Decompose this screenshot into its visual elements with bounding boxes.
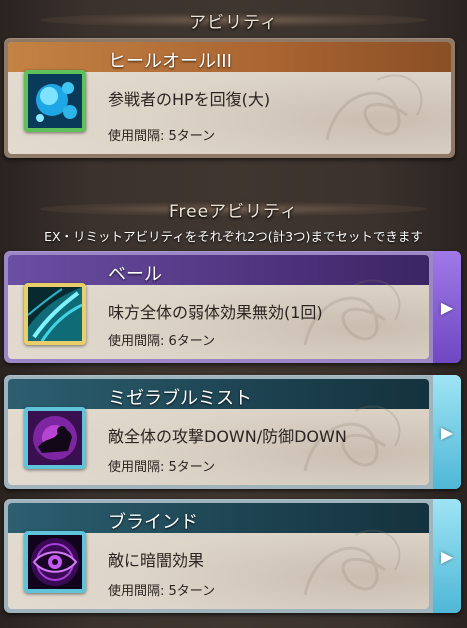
veil-icon [28,287,82,341]
ability-icon-frame [24,407,86,469]
ability-section-title: アビリティ [189,12,278,33]
ability-card-heal-all[interactable]: ヒールオールIII 参戦者のHPを回復(大) 使用間隔: 5ターン [4,38,455,158]
ability-section-header: アビリティ [0,4,467,36]
chevron-right-icon: ▶ [440,546,454,566]
free-ability-section-title: Freeアビリティ [168,201,299,222]
ability-name: ミゼラブルミスト [108,388,252,409]
ability-detail-arrow-button[interactable]: ▶ [433,251,461,363]
decorative-swirl [303,529,401,596]
heal-orb-icon [28,74,82,128]
blind-eye-icon [28,535,82,589]
ability-icon-frame [24,283,86,345]
ability-cooldown: 使用間隔: 5ターン [108,584,216,599]
ability-icon-frame [24,70,86,132]
ability-name: ベール [108,264,162,285]
free-ability-card-miserable-mist[interactable]: ミゼラブルミスト 敵全体の攻撃DOWN/防御DOWN 使用間隔: 5ターン ▶ [4,375,461,489]
decorative-swirl [325,74,423,141]
ability-cooldown: 使用間隔: 5ターン [108,460,216,475]
ability-cooldown: 使用間隔: 5ターン [108,129,216,144]
free-ability-card-veil[interactable]: ベール 味方全体の弱体効果無効(1回) 使用間隔: 6ターン ▶ [4,251,461,363]
ability-description: 敵に暗闇効果 [108,551,205,570]
chevron-right-icon: ▶ [440,297,454,317]
ability-name: ブラインド [108,512,198,533]
chevron-right-icon: ▶ [440,422,454,442]
ability-name: ヒールオールIII [108,51,232,72]
free-ability-section-header: Freeアビリティ [0,193,467,225]
ability-detail-arrow-button[interactable]: ▶ [433,375,461,489]
miserable-mist-icon [28,411,82,465]
ability-description: 敵全体の攻撃DOWN/防御DOWN [108,427,347,446]
free-ability-note: EX・リミットアビリティをそれぞれ2つ(計3つ)までセットできます [44,229,423,244]
ability-detail-arrow-button[interactable]: ▶ [433,499,461,613]
ability-description: 参戦者のHPを回復(大) [108,90,271,109]
ability-icon-frame [24,531,86,593]
ability-cooldown: 使用間隔: 6ターン [108,334,216,349]
ability-description: 味方全体の弱体効果無効(1回) [108,303,323,322]
free-ability-card-blind[interactable]: ブラインド 敵に暗闇効果 使用間隔: 5ターン ▶ [4,499,461,613]
